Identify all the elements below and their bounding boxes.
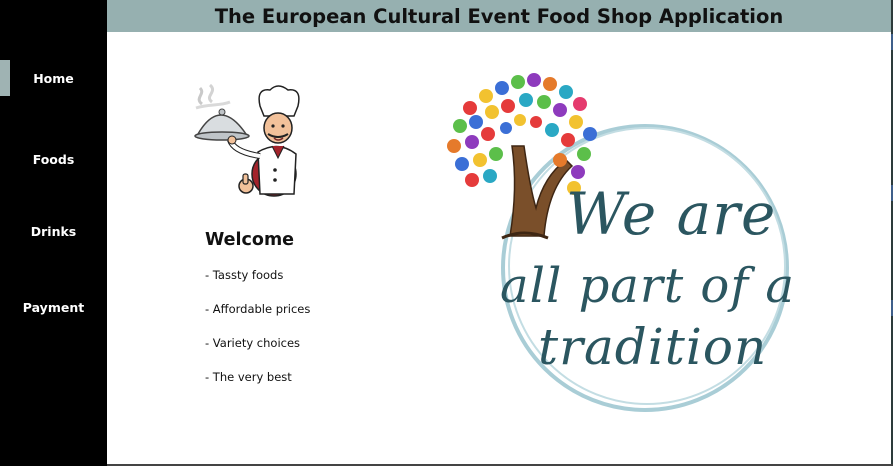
logo-text-line: We are: [566, 180, 777, 248]
sidebar-item-label: Drinks: [30, 223, 77, 239]
sidebar-item-label: Foods: [32, 151, 75, 167]
page-title: The European Cultural Event Food Shop Ap…: [214, 4, 784, 28]
sidebar-item-home[interactable]: Home: [0, 60, 107, 96]
app-header: The European Cultural Event Food Shop Ap…: [107, 0, 891, 32]
chef-with-cloche-icon: [194, 83, 300, 197]
sidebar-item-label: Payment: [22, 299, 85, 315]
feature-item: - Affordable prices: [205, 302, 311, 316]
sidebar-item-drinks[interactable]: Drinks: [0, 213, 107, 249]
tradition-logo: We are all part of a tradition: [440, 68, 794, 420]
feature-item: - The very best: [205, 370, 292, 384]
sidebar-item-foods[interactable]: Foods: [0, 141, 107, 177]
logo-text-line: all part of a: [500, 258, 795, 314]
logo-text-line: tradition: [538, 318, 768, 376]
sidebar-nav: Home Foods Drinks Payment: [0, 0, 107, 466]
sidebar-item-payment[interactable]: Payment: [0, 289, 107, 325]
feature-item: - Variety choices: [205, 336, 301, 350]
feature-item: - Tassty foods: [205, 268, 284, 282]
welcome-heading: Welcome: [205, 230, 295, 250]
sidebar-item-label: Home: [33, 70, 74, 86]
